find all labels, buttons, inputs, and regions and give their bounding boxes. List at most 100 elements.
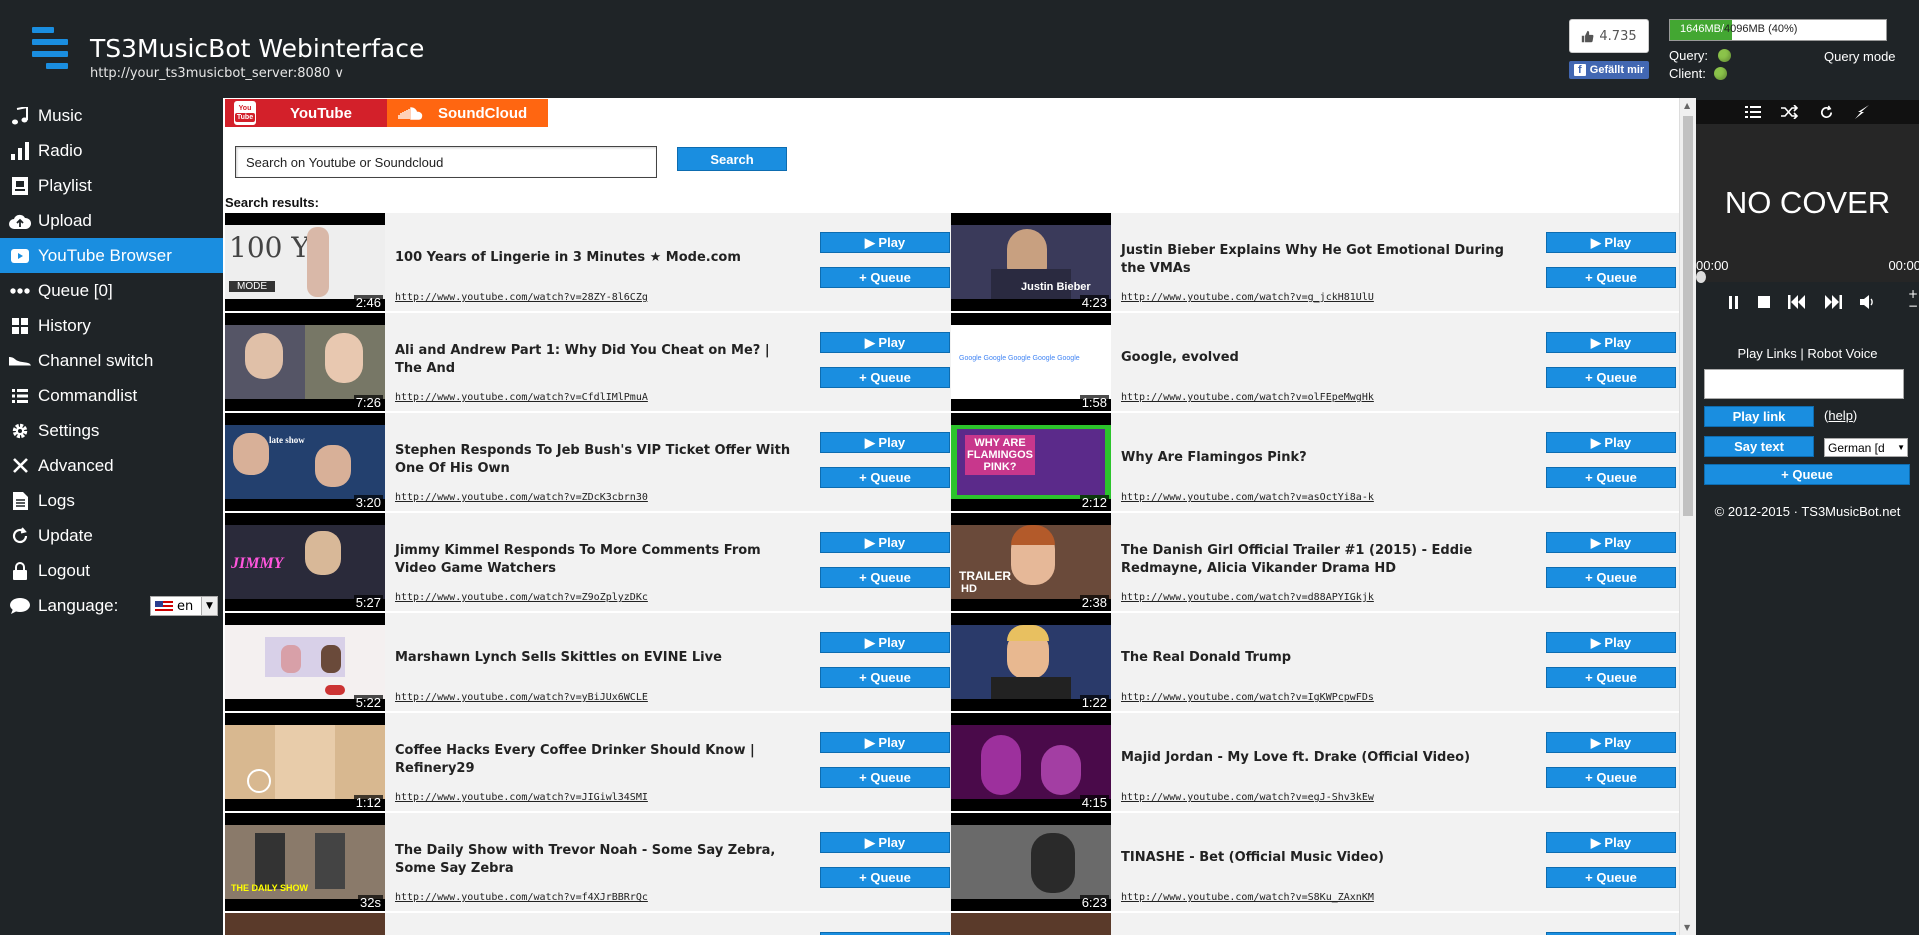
queue-button[interactable]: + Queue	[820, 667, 950, 688]
search-input[interactable]	[235, 146, 657, 178]
video-url-link[interactable]: http://www.youtube.com/watch?v=yBiJUx6WC…	[395, 692, 648, 703]
sidebar-item-music[interactable]: Music	[0, 98, 223, 133]
queue-button[interactable]: + Queue	[820, 267, 950, 288]
video-thumbnail[interactable]: 6:23	[951, 813, 1111, 911]
video-url-link[interactable]: http://www.youtube.com/watch?v=Z9oZplyzD…	[395, 592, 648, 603]
queue-button[interactable]: + Queue	[1546, 467, 1676, 488]
video-url-link[interactable]: http://www.youtube.com/watch?v=d88APYIGk…	[1121, 592, 1374, 603]
video-url-link[interactable]: http://www.youtube.com/watch?v=olFEpeMwg…	[1121, 392, 1374, 403]
lightning-icon[interactable]	[1854, 104, 1870, 120]
scroll-up-arrow-icon[interactable]: ▲	[1684, 101, 1690, 110]
help-link[interactable]: (help)	[1824, 408, 1857, 423]
volume-slider[interactable]: + −	[1908, 288, 1918, 312]
tab-soundcloud[interactable]: SoundCloud	[387, 99, 548, 127]
video-thumbnail[interactable]: 1:22	[951, 613, 1111, 711]
play-button[interactable]: ▶ Play	[1546, 532, 1676, 553]
stop-icon[interactable]	[1758, 296, 1770, 308]
play-button[interactable]: ▶ Play	[820, 232, 950, 253]
play-button[interactable]: ▶ Play	[1546, 232, 1676, 253]
sidebar-item-logout[interactable]: Logout	[0, 553, 223, 588]
player-queue-button[interactable]: + Queue	[1704, 464, 1910, 485]
say-text-button[interactable]: Say text	[1704, 436, 1814, 457]
video-url-link[interactable]: http://www.youtube.com/watch?v=ZDcK3cbrn…	[395, 492, 648, 503]
play-button[interactable]: ▶ Play	[820, 732, 950, 753]
queue-button[interactable]: + Queue	[1546, 367, 1676, 388]
sidebar-item-upload[interactable]: Upload	[0, 203, 223, 238]
queue-button[interactable]: + Queue	[1546, 567, 1676, 588]
video-url-link[interactable]: http://www.youtube.com/watch?v=JIGiwl34S…	[395, 792, 648, 803]
video-thumbnail[interactable]: 7:26	[225, 313, 385, 411]
sidebar-item-advanced[interactable]: Advanced	[0, 448, 223, 483]
play-button[interactable]: ▶ Play	[820, 332, 950, 353]
video-url-link[interactable]: http://www.youtube.com/watch?v=g_jckH81U…	[1121, 292, 1374, 303]
pause-icon[interactable]	[1728, 295, 1740, 309]
sidebar-item-settings[interactable]: Settings	[0, 413, 223, 448]
scrollbar-thumb[interactable]	[1683, 116, 1693, 516]
search-button[interactable]: Search	[677, 147, 787, 171]
list-view-icon[interactable]	[1745, 105, 1761, 119]
video-url-link[interactable]: http://www.youtube.com/watch?v=asOctYi8a…	[1121, 492, 1374, 503]
video-thumbnail[interactable]: Google Google Google Google Google 1:58	[951, 313, 1111, 411]
video-thumbnail[interactable]: late show 3:20	[225, 413, 385, 511]
video-url-link[interactable]: http://www.youtube.com/watch?v=egJ-Shv3k…	[1121, 792, 1374, 803]
tab-youtube[interactable]: You Tube YouTube	[225, 99, 387, 127]
sidebar-item-logs[interactable]: Logs	[0, 483, 223, 518]
video-url-link[interactable]: http://www.youtube.com/watch?v=IgKWPcpwF…	[1121, 692, 1374, 703]
sidebar-item-channel-switch[interactable]: Channel switch	[0, 343, 223, 378]
video-thumbnail[interactable]: WHY ARE FLAMINGOS PINK? 2:12	[951, 413, 1111, 511]
sidebar-item-update[interactable]: Update	[0, 518, 223, 553]
play-button[interactable]: ▶ Play	[1546, 832, 1676, 853]
video-thumbnail[interactable]	[225, 913, 385, 935]
video-url-link[interactable]: http://www.youtube.com/watch?v=f4XJrBBRr…	[395, 892, 648, 903]
queue-button[interactable]: + Queue	[820, 567, 950, 588]
video-url-link[interactable]: http://www.youtube.com/watch?v=CfdlIMlPm…	[395, 392, 648, 403]
video-thumbnail[interactable]: 100 Y MODE 2:46	[225, 213, 385, 311]
play-button[interactable]: ▶ Play	[1546, 732, 1676, 753]
video-thumbnail[interactable]: 4:15	[951, 713, 1111, 811]
video-thumbnail[interactable]: Justin Bieber 4:23	[951, 213, 1111, 311]
server-url-dropdown[interactable]: http://your_ts3musicbot_server:8080 ∨	[90, 66, 344, 81]
queue-button[interactable]: + Queue	[820, 367, 950, 388]
video-thumbnail[interactable]: 5:22	[225, 613, 385, 711]
queue-button[interactable]: + Queue	[820, 767, 950, 788]
video-url-link[interactable]: http://www.youtube.com/watch?v=28ZY-8l6C…	[395, 292, 648, 303]
video-thumbnail[interactable]	[951, 913, 1111, 935]
play-link-button[interactable]: Play link	[1704, 406, 1814, 427]
sidebar-item-radio[interactable]: Radio	[0, 133, 223, 168]
video-thumbnail[interactable]: TRAILER HD 2:38	[951, 513, 1111, 611]
voice-language-select[interactable]: German [d ▼	[1824, 438, 1908, 457]
queue-button[interactable]: + Queue	[820, 867, 950, 888]
play-link-input[interactable]	[1704, 369, 1904, 399]
sidebar-item-playlist[interactable]: Playlist	[0, 168, 223, 203]
next-track-icon[interactable]	[1824, 295, 1842, 309]
scroll-down-arrow-icon[interactable]: ▼	[1684, 923, 1690, 932]
volume-icon[interactable]	[1860, 295, 1876, 309]
hamburger-logo-icon[interactable]	[32, 27, 68, 69]
video-thumbnail[interactable]: JIMMY 5:27	[225, 513, 385, 611]
queue-button[interactable]: + Queue	[820, 467, 950, 488]
language-select[interactable]: en ▼	[150, 596, 218, 616]
main-scrollbar[interactable]: ▲ ▼	[1679, 98, 1696, 935]
video-thumbnail[interactable]: 1:12	[225, 713, 385, 811]
play-button[interactable]: ▶ Play	[820, 632, 950, 653]
facebook-like-button[interactable]: f Gefällt mir	[1569, 61, 1649, 79]
queue-button[interactable]: + Queue	[1546, 767, 1676, 788]
play-button[interactable]: ▶ Play	[820, 532, 950, 553]
play-button[interactable]: ▶ Play	[820, 432, 950, 453]
sidebar-item-youtube-browser[interactable]: YouTube Browser	[0, 238, 223, 273]
play-button[interactable]: ▶ Play	[1546, 332, 1676, 353]
repeat-icon[interactable]	[1819, 105, 1834, 120]
sidebar-item-commandlist[interactable]: Commandlist	[0, 378, 223, 413]
play-button[interactable]: ▶ Play	[1546, 432, 1676, 453]
queue-button[interactable]: + Queue	[1546, 267, 1676, 288]
previous-track-icon[interactable]	[1788, 295, 1806, 309]
queue-button[interactable]: + Queue	[1546, 667, 1676, 688]
queue-button[interactable]: + Queue	[1546, 867, 1676, 888]
video-url-link[interactable]: http://www.youtube.com/watch?v=S8Ku_ZAxn…	[1121, 892, 1374, 903]
play-button[interactable]: ▶ Play	[820, 832, 950, 853]
sidebar-item-history[interactable]: History	[0, 308, 223, 343]
video-thumbnail[interactable]: THE DAILY SHOW 32s	[225, 813, 385, 911]
play-button[interactable]: ▶ Play	[1546, 632, 1676, 653]
sidebar-item-queue-0[interactable]: Queue [0]	[0, 273, 223, 308]
shuffle-icon[interactable]	[1781, 105, 1799, 119]
